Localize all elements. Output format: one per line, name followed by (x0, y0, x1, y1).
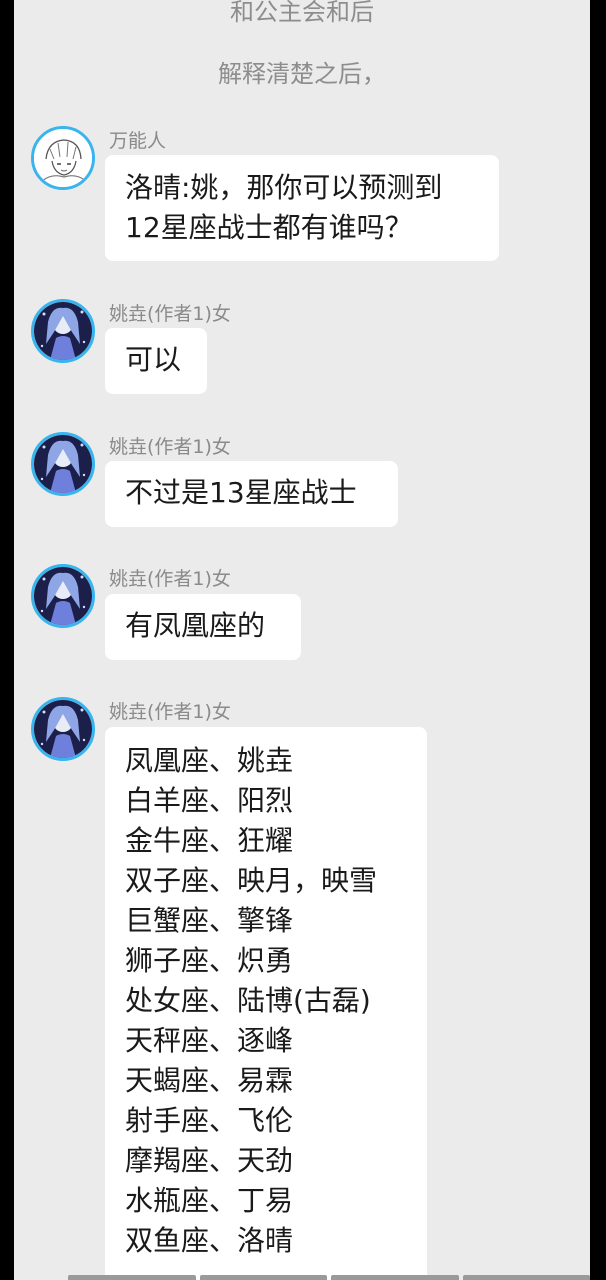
narration-line: 解释清楚之后， (218, 60, 386, 88)
message-text: 巨蟹座、擎锋 (125, 904, 294, 937)
message-text: 狮子座、炽勇 (125, 944, 294, 977)
message-text: 可以 (125, 343, 182, 376)
message-bubble[interactable]: 不过是13星座战士 (105, 461, 398, 527)
sender-name: 姚垚(作者1)女 (109, 436, 231, 458)
message-text: 双子座、映月，映雪 (125, 864, 378, 897)
message-bubble[interactable]: 凤凰座、姚垚 白羊座、阳烈 金牛座、狂耀 双子座、映月，映雪 巨蟹座、擎锋 狮子… (105, 727, 427, 1280)
sender-name: 姚垚(作者1)女 (109, 303, 231, 325)
sketch-character-avatar-icon[interactable] (31, 126, 95, 190)
anime-girl-blue-avatar-icon[interactable] (31, 697, 95, 761)
message-text: 12星座战士都有谁吗？ (125, 211, 413, 244)
toolbar-segment (331, 1275, 459, 1280)
bottom-toolbar-edge (68, 1275, 590, 1280)
message-text: 凤凰座、姚垚 (125, 744, 294, 777)
message-bubble[interactable]: 洛晴:姚，那你可以预测到 12星座战士都有谁吗？ (105, 155, 499, 261)
message-text: 天秤座、逐峰 (125, 1024, 294, 1057)
message-text: 水瓶座、丁易 (125, 1184, 294, 1217)
message-text: 射手座、飞伦 (125, 1104, 294, 1137)
message-text: 不过是13星座战士 (125, 476, 357, 509)
sender-name: 万能人 (109, 130, 167, 152)
message-text: 洛晴:姚，那你可以预测到 (125, 171, 443, 204)
toolbar-segment (68, 1275, 196, 1280)
message-bubble[interactable]: 可以 (105, 328, 207, 394)
message-text: 摩羯座、天劲 (125, 1144, 294, 1177)
message-text: 白羊座、阳烈 (125, 784, 294, 817)
sender-name: 姚垚(作者1)女 (109, 568, 231, 590)
sender-name: 姚垚(作者1)女 (109, 701, 231, 723)
chat-screen: 和公主会和后 解释清楚之后， 万能人 洛晴:姚，那你可以预测到 12星座战士都有… (0, 0, 606, 1280)
anime-girl-blue-avatar-icon[interactable] (31, 432, 95, 496)
toolbar-segment (199, 1275, 327, 1280)
anime-girl-blue-avatar-icon[interactable] (31, 564, 95, 628)
message-text: 有凤凰座的 (125, 609, 266, 642)
message-text: 双鱼座、洛晴 (125, 1224, 294, 1257)
message-bubble[interactable]: 有凤凰座的 (105, 594, 301, 660)
toolbar-segment (462, 1275, 590, 1280)
message-text: 处女座、陆博(古磊) (125, 984, 371, 1017)
anime-girl-blue-avatar-icon[interactable] (31, 299, 95, 363)
message-text: 天蝎座、易霖 (125, 1064, 294, 1097)
message-text: 金牛座、狂耀 (125, 824, 294, 857)
narration-line: 和公主会和后 (230, 0, 374, 26)
